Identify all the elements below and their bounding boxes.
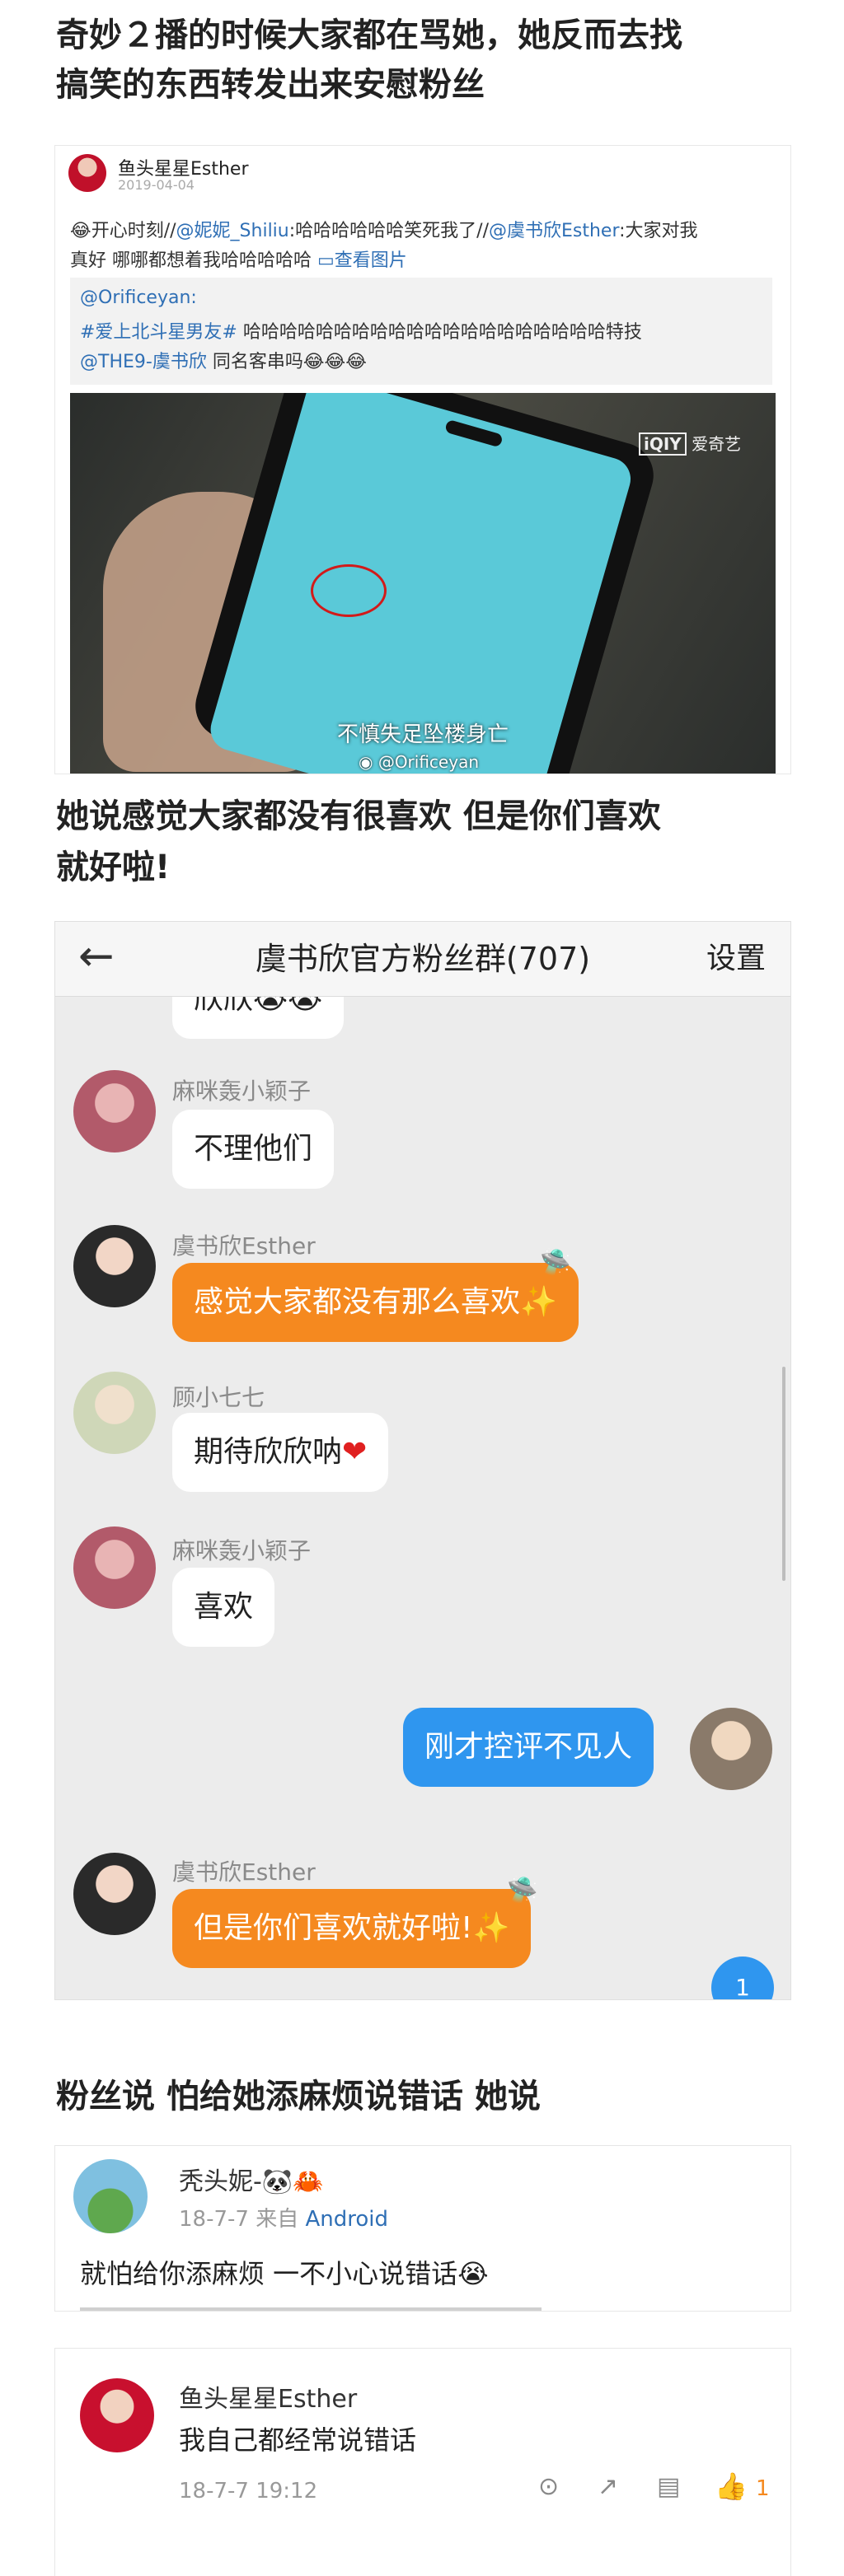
heading-2-line2: 就好啦! [56,849,171,886]
image-icon: ▭ [317,250,335,271]
fan-comment-card: 秃头妮-🐼🦀 18-7-7 来自 Android 就怕给你添麻烦 一不小心说错话… [54,2145,791,2312]
unread-badge[interactable]: 1 [711,1957,774,1999]
member-name: 虞书欣Esther [172,1858,316,1886]
mention-link[interactable]: @虞书欣Esther [489,221,619,241]
repost-text-line2: 真好 哪哪都想着我哈哈哈哈哈 ▭查看图片 [70,250,407,271]
fan-username[interactable]: 秃头妮-🐼🦀 [179,2161,324,2197]
topic-tag[interactable]: #爱上北斗星男友# [80,322,237,343]
mention-link[interactable]: @THE9-虞书欣 [80,352,207,372]
reply-text: 我自己都经常说错话 [179,2424,417,2456]
heart-icon: ❤ [342,1435,368,1469]
quoted-post[interactable]: @Orificeyan: #爱上北斗星男友# 哈哈哈哈哈哈哈哈哈哈哈哈哈哈哈哈哈… [70,278,772,385]
member-avatar[interactable] [73,1070,156,1152]
comment-icon[interactable]: ▤ [657,2472,680,2501]
iqiyi-logo-icon: iQIY [639,432,687,456]
device-link[interactable]: Android [305,2207,388,2232]
ufo-badge-icon: 🛸 [540,1248,571,1277]
chat-title-overlay: 虞书欣官方粉丝群(707) [255,941,591,977]
message-bubble[interactable]: 喜欢 [172,1568,275,1647]
reply-username[interactable]: 鱼头星星Esther [179,2378,357,2415]
share-icon[interactable]: ↗ [598,2472,618,2501]
video-screenshot[interactable]: iQIY 爱奇艺 不慎失足坠楼身亡 ◉ @Orificeyan [70,393,776,774]
member-avatar[interactable] [73,1526,156,1609]
repost-text-line1: 😂开心时刻//@妮妮_Shiliu:哈哈哈哈哈哈笑死我了//@虞书欣Esther… [70,221,698,241]
message-bubble[interactable]: 但是你们喜欢就好啦!✨ [172,1889,532,1968]
heading-1-line1: 奇妙２播的时候大家都在骂她，她反而去找 [56,16,682,54]
fan-comment-text: 就怕给你添麻烦 一不小心说错话😭 [80,2258,489,2289]
repost-date: 2019-04-04 [118,177,195,193]
fan-comment-meta: 18-7-7 来自 Android [179,2207,388,2232]
weibo-credit: ◉ @Orificeyan [359,752,479,772]
qq-group-chat: ← 虞书欣官方粉丝群(707) 设置 欣欣😭😭 虞书欣官方粉丝群(707) ← … [54,921,791,2000]
report-icon[interactable]: ⊙ [538,2472,559,2501]
member-name: 麻咪轰小颖子 [172,1537,312,1564]
video-subtitle: 不慎失足坠楼身亡 [336,722,509,747]
phone-shape [187,393,662,774]
my-avatar[interactable] [690,1708,772,1790]
member-avatar[interactable] [73,1853,156,1935]
message-bubble[interactable]: 感觉大家都没有那么喜欢✨ [172,1263,579,1342]
quote-text: #爱上北斗星男友# 哈哈哈哈哈哈哈哈哈哈哈哈哈哈哈哈哈哈哈哈特技 [80,322,642,343]
cry-emoji-icon: 😭 [457,2258,489,2289]
message-bubble[interactable]: 期待欣欣呐❤ [172,1413,389,1492]
member-name: 顾小七七 [172,1384,265,1411]
user-avatar[interactable] [68,154,106,192]
member-avatar[interactable] [73,1372,156,1454]
member-name: 虞书欣Esther [172,1232,316,1260]
mention-link[interactable]: @妮妮_Shiliu [176,221,289,241]
ufo-badge-icon: 🛸 [507,1876,538,1905]
red-circle-annotation [311,564,387,617]
laugh-emoji-icon: 😂😂😂 [302,352,367,372]
heading-1-line2: 搞笑的东西转发出来安慰粉丝 [56,66,485,104]
sparkle-icon: ✨ [520,1285,557,1319]
heading-2-line1: 她说感觉大家都没有很喜欢 但是你们喜欢 [56,797,661,835]
scrollbar[interactable] [782,1367,785,1581]
fan-avatar[interactable] [73,2159,148,2233]
view-image-link[interactable]: ▭查看图片 [317,250,407,271]
quote-user[interactable]: @Orificeyan: [80,288,197,308]
iqiyi-watermark: iQIY 爱奇艺 [639,431,741,456]
thumbs-up-icon: 👍 [715,2471,748,2502]
member-name: 麻咪轰小颖子 [172,1078,312,1105]
phone-screen [205,393,636,774]
like-button[interactable]: 👍 1 [715,2471,770,2502]
panda-emoji-icon: 🐼 [261,2167,293,2196]
message-bubble[interactable]: 不理他们 [172,1110,335,1189]
smile-emoji-icon: 😂 [70,221,91,241]
member-avatar[interactable] [73,1225,156,1307]
divider [80,2307,542,2311]
back-arrow-icon-overlay[interactable]: ← [78,933,115,979]
quote-text-2: @THE9-虞书欣 同名客串吗😂😂😂 [80,352,367,372]
settings-button-overlay[interactable]: 设置 [706,922,766,996]
heading-3: 粉丝说 怕给她添麻烦说错话 她说 [56,2078,541,2115]
reply-avatar[interactable] [80,2378,154,2452]
my-message-bubble[interactable]: 刚才控评不见人 [403,1708,654,1787]
weibo-repost-card: 鱼头星星Esther 2019-04-04 😂开心时刻//@妮妮_Shiliu:… [54,145,791,774]
crab-emoji-icon: 🦀 [293,2167,324,2196]
sparkle-icon: ✨ [472,1911,510,1945]
weibo-logo-icon: ◉ [359,752,373,772]
reply-time: 18-7-7 19:12 [179,2479,318,2504]
reply-card: 鱼头星星Esther 我自己都经常说错话 18-7-7 19:12 ⊙ ↗ ▤ … [54,2348,791,2576]
